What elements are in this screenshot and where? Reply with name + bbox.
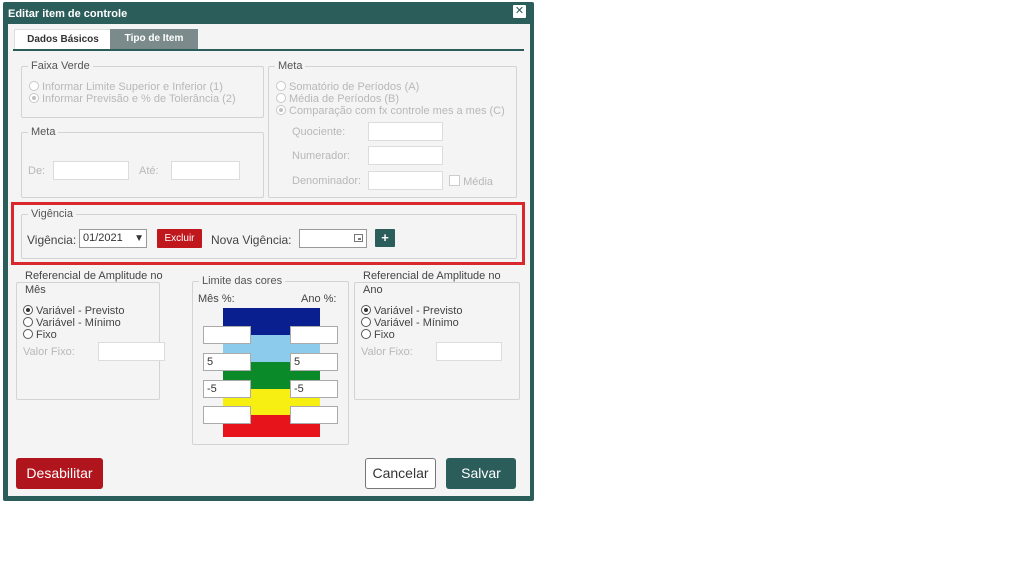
nova-vigencia-label: Nova Vigência: bbox=[211, 233, 292, 247]
ref-ano-valor-fixo-input[interactable] bbox=[436, 342, 502, 361]
radio-icon bbox=[361, 329, 371, 339]
checkbox-icon bbox=[449, 175, 460, 186]
ref-mes-valor-fixo-label: Valor Fixo: bbox=[23, 346, 75, 358]
media-label: Média bbox=[463, 176, 494, 188]
mes-limit-input-2[interactable]: 5 bbox=[203, 353, 251, 371]
quociente-input[interactable] bbox=[368, 122, 443, 141]
limite-cores-legend: Limite das cores bbox=[202, 275, 283, 287]
ref-ano-group bbox=[354, 282, 520, 400]
meta-option-a-label: Somatório de Períodos (A) bbox=[289, 81, 420, 93]
ano-limit-input-1[interactable] bbox=[290, 326, 338, 344]
faixa-verde-legend: Faixa Verde bbox=[31, 60, 90, 72]
ano-limit-input-3[interactable]: -5 bbox=[290, 380, 338, 398]
radio-icon bbox=[276, 81, 286, 91]
tab-bar: Dados Básicos Tipo de Item bbox=[13, 29, 524, 51]
ref-mes-option-2[interactable]: Variável - Mínimo bbox=[23, 317, 121, 329]
radio-icon bbox=[276, 105, 286, 115]
ref-ano-legend-2: Ano bbox=[361, 284, 385, 296]
tab-tipo-de-item[interactable]: Tipo de Item bbox=[110, 29, 198, 49]
de-input[interactable] bbox=[53, 161, 129, 180]
denominador-label: Denominador: bbox=[292, 175, 362, 187]
ano-percent-label: Ano %: bbox=[301, 293, 337, 305]
add-vigencia-button[interactable]: + bbox=[375, 229, 395, 247]
ref-mes-option-2-label: Variável - Mínimo bbox=[36, 317, 121, 329]
ref-ano-legend-1: Referencial de Amplitude no bbox=[361, 270, 503, 282]
faixa-option-1[interactable]: Informar Limite Superior e Inferior (1) bbox=[29, 81, 223, 93]
ref-mes-option-3[interactable]: Fixo bbox=[23, 329, 57, 341]
radio-icon bbox=[29, 93, 39, 103]
radio-icon bbox=[361, 317, 371, 327]
ref-ano-option-1[interactable]: Variável - Previsto bbox=[361, 305, 462, 317]
calendar-icon[interactable] bbox=[354, 234, 363, 242]
vigencia-legend: Vigência bbox=[31, 208, 73, 220]
ref-ano-option-3[interactable]: Fixo bbox=[361, 329, 395, 341]
numerador-label: Numerador: bbox=[292, 150, 351, 162]
radio-icon bbox=[23, 317, 33, 327]
meta-option-b[interactable]: Média de Períodos (B) bbox=[276, 93, 399, 105]
ref-mes-option-3-label: Fixo bbox=[36, 329, 57, 341]
denominador-input[interactable] bbox=[368, 171, 443, 190]
dialog-title: Editar item de controle bbox=[8, 8, 128, 20]
faixa-option-2-label: Informar Previsão e % de Tolerância (2) bbox=[42, 93, 236, 105]
vigencia-select[interactable]: 01/2021 ▼ bbox=[79, 229, 147, 248]
numerador-input[interactable] bbox=[368, 146, 443, 165]
vigencia-selected-value: 01/2021 bbox=[83, 232, 123, 244]
mes-limit-input-1[interactable] bbox=[203, 326, 251, 344]
radio-icon bbox=[23, 329, 33, 339]
desabilitar-button[interactable]: Desabilitar bbox=[16, 458, 103, 489]
save-button[interactable]: Salvar bbox=[446, 458, 516, 489]
meta-left-legend: Meta bbox=[31, 126, 56, 138]
ref-mes-legend-2: Mês bbox=[23, 284, 48, 296]
dialog-titlebar: Editar item de controle ✕ bbox=[3, 2, 534, 24]
meta-option-c-label: Comparação com fx controle mes a mes (C) bbox=[289, 105, 505, 117]
ano-limit-input-2[interactable]: 5 bbox=[290, 353, 338, 371]
radio-icon bbox=[23, 305, 33, 315]
ate-input[interactable] bbox=[171, 161, 240, 180]
ref-mes-legend-1: Referencial de Amplitude no bbox=[23, 270, 165, 282]
quociente-label: Quociente: bbox=[292, 126, 346, 138]
radio-icon bbox=[276, 93, 286, 103]
faixa-option-1-label: Informar Limite Superior e Inferior (1) bbox=[42, 81, 223, 93]
meta-right-legend: Meta bbox=[278, 60, 303, 72]
ano-limit-input-4[interactable] bbox=[290, 406, 338, 424]
media-checkbox[interactable]: Média bbox=[449, 175, 493, 188]
cancel-button[interactable]: Cancelar bbox=[365, 458, 436, 489]
ref-ano-option-2-label: Variável - Mínimo bbox=[374, 317, 459, 329]
vigencia-label: Vigência: bbox=[27, 233, 77, 247]
mes-limit-input-4[interactable] bbox=[203, 406, 251, 424]
ref-ano-option-1-label: Variável - Previsto bbox=[374, 305, 463, 317]
mes-limit-input-3[interactable]: -5 bbox=[203, 380, 251, 398]
meta-option-a[interactable]: Somatório de Períodos (A) bbox=[276, 81, 419, 93]
ref-mes-option-1-label: Variável - Previsto bbox=[36, 305, 125, 317]
ref-mes-valor-fixo-input[interactable] bbox=[98, 342, 165, 361]
ref-ano-option-2[interactable]: Variável - Mínimo bbox=[361, 317, 459, 329]
de-label: De: bbox=[28, 165, 46, 177]
chevron-down-icon: ▼ bbox=[134, 233, 144, 244]
tab-dados-basicos[interactable]: Dados Básicos bbox=[14, 29, 112, 49]
meta-option-b-label: Média de Períodos (B) bbox=[289, 93, 400, 105]
radio-icon bbox=[29, 81, 39, 91]
mes-percent-label: Mês %: bbox=[198, 293, 235, 305]
close-icon[interactable]: ✕ bbox=[513, 5, 526, 18]
ref-ano-valor-fixo-label: Valor Fixo: bbox=[361, 346, 413, 358]
radio-icon bbox=[361, 305, 371, 315]
ref-ano-option-3-label: Fixo bbox=[374, 329, 395, 341]
excluir-button[interactable]: Excluir bbox=[157, 229, 202, 248]
ref-mes-option-1[interactable]: Variável - Previsto bbox=[23, 305, 124, 317]
ref-mes-group bbox=[16, 282, 160, 400]
ate-label: Até: bbox=[139, 165, 159, 177]
meta-option-c[interactable]: Comparação com fx controle mes a mes (C) bbox=[276, 105, 505, 117]
faixa-option-2[interactable]: Informar Previsão e % de Tolerância (2) bbox=[29, 93, 236, 105]
